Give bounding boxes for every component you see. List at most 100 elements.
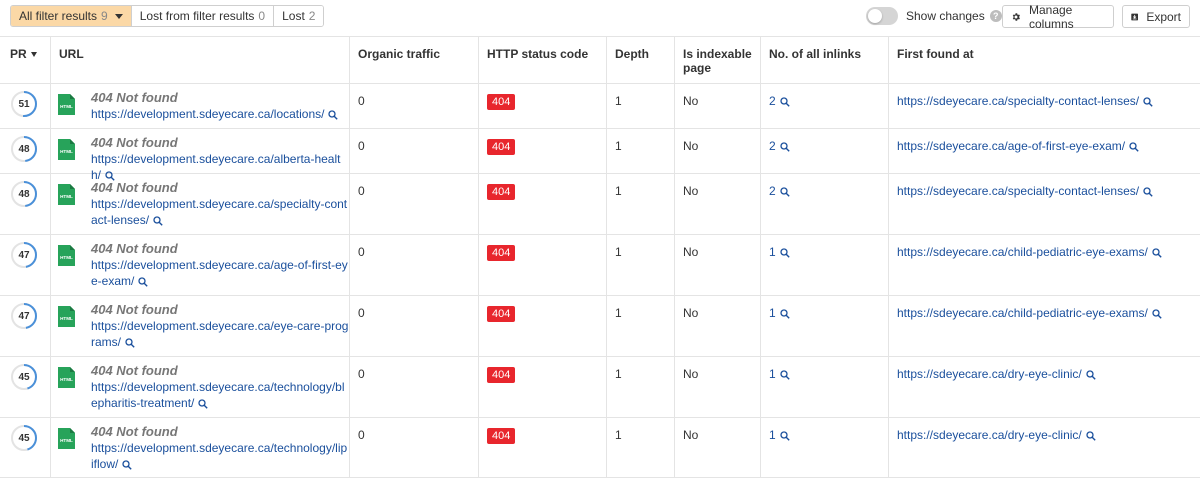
table-row: 47 HTML 404 Not found https://development.s…: [0, 235, 1200, 296]
indexable-value: No: [683, 94, 699, 108]
inlinks-link[interactable]: 2: [769, 184, 776, 198]
url-link[interactable]: https://development.sdeyecare.ca/technol…: [91, 380, 345, 410]
search-icon[interactable]: [125, 338, 135, 348]
indexable-cell: No: [675, 129, 761, 173]
export-button[interactable]: Export: [1122, 5, 1190, 28]
pr-value: 47: [18, 249, 30, 261]
url-link[interactable]: https://development.sdeyecare.ca/age-of-…: [91, 258, 348, 288]
search-icon[interactable]: [1152, 248, 1162, 258]
lost-from-filter-button[interactable]: Lost from filter results 0: [131, 6, 275, 26]
search-icon[interactable]: [780, 187, 790, 197]
results-table: PR URL Organic traffic HTTP status code …: [0, 36, 1200, 478]
manage-columns-button[interactable]: Manage columns: [1002, 2, 1114, 31]
search-icon[interactable]: [328, 110, 339, 120]
inlinks-link[interactable]: 1: [769, 367, 776, 381]
show-changes-control: Show changes ?: [866, 7, 1002, 25]
svg-text:HTML: HTML: [60, 149, 73, 154]
url-cell: HTML 404 Not found https://development.sde…: [51, 84, 350, 128]
column-header-depth[interactable]: Depth: [607, 37, 675, 83]
lost-button[interactable]: Lost 2: [274, 6, 324, 26]
inlinks-link[interactable]: 1: [769, 306, 776, 320]
pr-value: 45: [18, 432, 30, 444]
first-found-link[interactable]: https://sdeyecare.ca/child-pediatric-eye…: [897, 306, 1148, 320]
all-filter-results-button[interactable]: All filter results 9: [11, 6, 132, 26]
search-icon[interactable]: [780, 431, 790, 441]
search-icon[interactable]: [780, 370, 790, 380]
first-found-link[interactable]: https://sdeyecare.ca/specialty-contact-l…: [897, 184, 1139, 198]
pr-cell: 45: [0, 418, 51, 477]
first-found-link[interactable]: https://sdeyecare.ca/specialty-contact-l…: [897, 94, 1139, 108]
first-found-link[interactable]: https://sdeyecare.ca/age-of-first-eye-ex…: [897, 139, 1125, 153]
first-found-link[interactable]: https://sdeyecare.ca/child-pediatric-eye…: [897, 245, 1148, 259]
column-header-http-status[interactable]: HTTP status code: [479, 37, 607, 83]
organic-traffic-value: 0: [358, 184, 365, 198]
pr-gauge: 48: [10, 135, 38, 163]
url-block: 404 Not found https://development.sdeyeca…: [91, 241, 349, 289]
page-title: 404 Not found: [91, 363, 178, 378]
pr-cell: 45: [0, 357, 51, 417]
pr-gauge: 45: [10, 424, 38, 452]
url-link-wrap: https://development.sdeyecare.ca/locatio…: [91, 106, 349, 122]
column-header-indexable[interactable]: Is indexable page: [675, 37, 761, 83]
show-changes-toggle[interactable]: [866, 7, 898, 25]
url-block: 404 Not found https://development.sdeyeca…: [91, 302, 349, 350]
depth-value: 1: [615, 139, 622, 153]
filter-segmented-control: All filter results 9 Lost from filter re…: [10, 5, 325, 27]
url-cell: HTML 404 Not found https://development.sde…: [51, 418, 350, 477]
search-icon[interactable]: [122, 460, 133, 470]
column-header-url[interactable]: URL: [51, 37, 350, 83]
pr-gauge: 45: [10, 363, 38, 391]
search-icon[interactable]: [1086, 431, 1096, 441]
status-badge: 404: [487, 139, 516, 155]
url-cell: HTML 404 Not found https://development.sde…: [51, 296, 350, 356]
show-changes-label: Show changes: [906, 9, 985, 23]
inlinks-link[interactable]: 2: [769, 94, 776, 108]
http-status-cell: 404: [479, 174, 607, 234]
column-header-http-label: HTTP status code: [487, 47, 589, 61]
first-found-cell: https://sdeyecare.ca/child-pediatric-eye…: [889, 296, 1200, 356]
first-found-cell: https://sdeyecare.ca/specialty-contact-l…: [889, 174, 1200, 234]
inlinks-link[interactable]: 2: [769, 139, 776, 153]
url-link[interactable]: https://development.sdeyecare.ca/special…: [91, 197, 347, 227]
http-status-cell: 404: [479, 235, 607, 295]
search-icon[interactable]: [153, 216, 163, 226]
search-icon[interactable]: [198, 399, 209, 409]
organic-traffic-cell: 0: [350, 296, 479, 356]
organic-traffic-value: 0: [358, 367, 365, 381]
search-icon[interactable]: [1152, 309, 1162, 319]
column-header-pr[interactable]: PR: [0, 37, 51, 83]
inlinks-link[interactable]: 1: [769, 428, 776, 442]
column-header-inlinks[interactable]: No. of all inlinks: [761, 37, 889, 83]
manage-columns-label: Manage columns: [1028, 2, 1074, 31]
indexable-cell: No: [675, 235, 761, 295]
search-icon[interactable]: [1143, 97, 1153, 107]
search-icon[interactable]: [780, 142, 790, 152]
organic-traffic-cell: 0: [350, 357, 479, 417]
search-icon[interactable]: [780, 309, 790, 319]
help-icon[interactable]: ?: [989, 10, 1002, 22]
search-icon[interactable]: [138, 277, 149, 287]
pr-value: 45: [18, 371, 30, 383]
search-icon[interactable]: [780, 97, 790, 107]
url-block: 404 Not found https://development.sdeyeca…: [91, 90, 349, 122]
search-icon[interactable]: [780, 248, 790, 258]
depth-cell: 1: [607, 84, 675, 128]
pr-value: 48: [18, 143, 30, 155]
column-header-organic-traffic[interactable]: Organic traffic: [350, 37, 479, 83]
column-header-inlinks-label: No. of all inlinks: [769, 47, 862, 61]
page-title: 404 Not found: [91, 180, 178, 195]
depth-value: 1: [615, 428, 622, 442]
organic-traffic-cell: 0: [350, 129, 479, 173]
first-found-link[interactable]: https://sdeyecare.ca/dry-eye-clinic/: [897, 428, 1082, 442]
svg-text:HTML: HTML: [60, 194, 73, 199]
organic-traffic-value: 0: [358, 245, 365, 259]
column-header-first-found[interactable]: First found at: [889, 37, 1200, 83]
first-found-link[interactable]: https://sdeyecare.ca/dry-eye-clinic/: [897, 367, 1082, 381]
gear-icon: [1012, 12, 1020, 21]
search-icon[interactable]: [1086, 370, 1096, 380]
organic-traffic-cell: 0: [350, 174, 479, 234]
search-icon[interactable]: [1143, 187, 1153, 197]
search-icon[interactable]: [1129, 142, 1139, 152]
inlinks-link[interactable]: 1: [769, 245, 776, 259]
url-link[interactable]: https://development.sdeyecare.ca/locatio…: [91, 107, 324, 121]
